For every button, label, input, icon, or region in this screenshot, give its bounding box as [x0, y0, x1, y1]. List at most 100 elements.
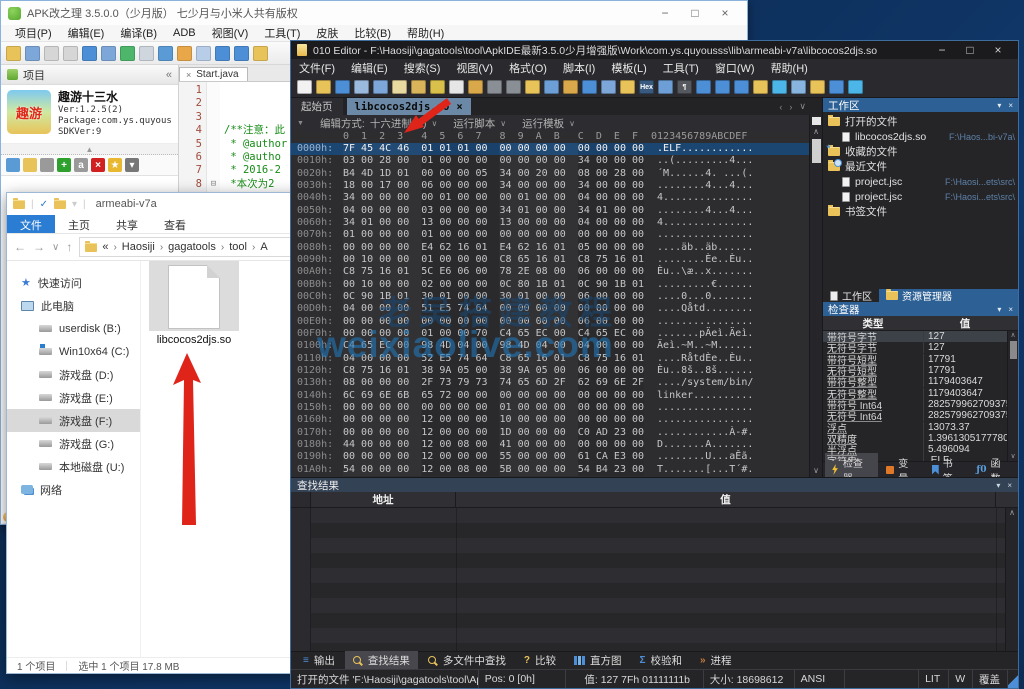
hex-row[interactable]: 0180h: 44 00 00 00 12 00 08 00 41 00 00 … [291, 439, 822, 451]
value-cell[interactable]: 13073.37 [923, 422, 1007, 433]
hex-ascii[interactable]: ........4...4... [657, 180, 753, 192]
hex-ascii[interactable]: .ELF............ [657, 143, 753, 155]
panel-close-icon[interactable]: × [1008, 101, 1013, 110]
close-button[interactable]: × [710, 2, 740, 24]
find-results-header[interactable]: 查找结果 ▾ × [291, 478, 1018, 492]
scroll-up-icon[interactable]: ∧ [813, 127, 819, 136]
hex-ascii[interactable]: ........U...aÊã. [657, 451, 753, 463]
panel-menu-icon[interactable]: ▾ [996, 481, 1000, 490]
hex-ascii[interactable]: T.......[...T´#. [657, 464, 753, 476]
menu-item[interactable]: 帮助(H) [763, 60, 816, 76]
status-encoding[interactable]: ANSI [795, 670, 845, 688]
toolbar-icon[interactable] [563, 80, 578, 94]
hex-bytes[interactable]: 01 00 00 00 01 00 00 00 00 00 00 00 00 0… [343, 229, 644, 241]
toolbar-icon[interactable] [525, 80, 540, 94]
hex-row[interactable]: 0160h: 00 00 00 00 12 00 00 00 10 00 00 … [291, 414, 822, 426]
hex-ascii[interactable]: ................ [657, 402, 753, 414]
hex-bytes[interactable]: 34 00 00 00 00 01 00 00 00 01 00 00 04 0… [343, 192, 644, 204]
hex-bytes[interactable]: 08 00 00 00 2F 73 79 73 74 65 6D 2F 62 6… [343, 377, 644, 389]
toolbar-icon[interactable] [196, 46, 211, 61]
value-cell[interactable]: 127 [923, 342, 1007, 353]
mini-tool-icon[interactable] [23, 158, 37, 172]
value-cell[interactable]: 1179403647 [923, 376, 1007, 387]
hex-row[interactable]: 0070h: 01 00 00 00 01 00 00 00 00 00 00 … [291, 229, 822, 241]
toolbar-icon[interactable] [234, 46, 249, 61]
toolbar-icon[interactable] [810, 80, 825, 94]
quick-access-check-icon[interactable]: ✓ [40, 199, 48, 210]
workspace-panel-header[interactable]: 工作区 ▾ × [823, 98, 1018, 112]
scroll-up-icon[interactable]: ∧ [1009, 508, 1015, 517]
ribbon-tab[interactable]: 查看 [151, 215, 199, 233]
toolbar-icon[interactable] [430, 80, 445, 94]
toolbar-icon[interactable]: Hex [639, 80, 654, 94]
minimize-button[interactable]: − [650, 2, 680, 24]
panel-menu-icon[interactable]: ▾ [997, 101, 1001, 110]
menu-item[interactable]: 文件(F) [291, 60, 343, 76]
breadcrumb-segment[interactable]: ›gagatools [160, 241, 216, 253]
menu-item[interactable]: 编辑(E) [60, 25, 113, 41]
status-endianness[interactable]: LIT [919, 670, 949, 688]
scrollbar-thumb[interactable] [812, 139, 821, 163]
sidebar-item[interactable]: 网络 [7, 478, 140, 501]
hex-ascii[interactable]: D.......A....... [657, 439, 753, 451]
toolbar-icon[interactable] [82, 46, 97, 61]
toolbar-icon[interactable] [25, 46, 40, 61]
toolbar-icon[interactable] [601, 80, 616, 94]
tab-start-java[interactable]: × Start.java [179, 67, 248, 81]
value-cell[interactable]: 282579962709375 [923, 410, 1007, 421]
hex-ascii[interactable]: .......pÄeì.Äeì. [657, 328, 753, 340]
column-value[interactable]: 值 [456, 492, 996, 507]
value-cell[interactable]: 127 [923, 331, 1007, 342]
inspector-scrollbar[interactable]: ∧ ∨ [1007, 331, 1018, 461]
menu-item[interactable]: 视图(V) [204, 25, 257, 41]
toolbar-icon[interactable] [411, 80, 426, 94]
workspace-item[interactable]: 打开的文件 [823, 114, 1018, 129]
toolbar-icon[interactable] [354, 80, 369, 94]
value-cell[interactable]: 17791 [923, 354, 1007, 365]
hex-ascii[interactable]: ................ [657, 414, 753, 426]
panel-splitter[interactable]: ▲ [1, 144, 178, 155]
sidebar-item[interactable]: 游戏盘 (D:) [7, 363, 140, 386]
toolbar-icon[interactable] [620, 80, 635, 94]
value-cell[interactable]: 1.39613051777803e-... [923, 433, 1007, 444]
forward-icon[interactable]: → [33, 240, 45, 254]
hex-ascii[interactable]: ..../system/bin/ [657, 377, 753, 389]
mini-tool-icon[interactable]: + [57, 158, 71, 172]
menu-item[interactable]: 搜索(S) [396, 60, 449, 76]
hex-bytes[interactable]: B4 4D 1D 01 00 00 00 05 34 00 20 00 08 0… [343, 168, 644, 180]
hex-row[interactable]: 0130h: 08 00 00 00 2F 73 79 73 74 65 6D … [291, 377, 822, 389]
inspector-panel-header[interactable]: 检查器 ▾ × [823, 302, 1018, 316]
hex-ascii[interactable]: ....äb..äb...... [657, 242, 753, 254]
scrollbar-button[interactable] [812, 117, 821, 125]
status-write-mode[interactable]: W [949, 670, 973, 688]
column-address[interactable]: 地址 [311, 492, 456, 507]
toolbar-icon[interactable] [829, 80, 844, 94]
toolbar-icon[interactable] [297, 80, 312, 94]
maximize-button[interactable]: □ [956, 42, 984, 58]
hex-row[interactable]: 0030h: 18 00 17 00 06 00 00 00 34 00 00 … [291, 180, 822, 192]
run-template-dropdown[interactable]: 运行模板 ∨ [522, 116, 575, 131]
scroll-tabs-left-icon[interactable]: ‹ [779, 102, 782, 112]
toolbar-icon[interactable] [335, 80, 350, 94]
scroll-tabs-right-icon[interactable]: › [789, 102, 792, 112]
toolbar-icon[interactable] [101, 46, 116, 61]
hex-ascii[interactable]: ................ [657, 229, 753, 241]
hex-row[interactable]: 00A0h: C8 75 16 01 5C E6 06 00 78 2E 08 … [291, 266, 822, 278]
mini-tool-icon[interactable]: ▾ [125, 158, 139, 172]
column-value[interactable]: 值 [923, 316, 1007, 331]
toolbar-icon[interactable]: ¶ [677, 80, 692, 94]
find-results-table[interactable]: ∧ [291, 508, 1018, 651]
tab-list-icon[interactable]: ∨ [799, 101, 806, 112]
010-titlebar[interactable]: 010 Editor - F:\Haosiji\gagatools\tool\A… [291, 41, 1018, 59]
toolbar-icon[interactable] [392, 80, 407, 94]
sidebar-item[interactable]: 快速访问 [7, 271, 140, 294]
minimize-button[interactable]: − [928, 42, 956, 58]
menu-item[interactable]: 帮助(H) [399, 25, 452, 41]
workspace-item[interactable]: 收藏的文件 [823, 144, 1018, 159]
tab-resource-explorer[interactable]: 资源管理器 [879, 289, 959, 302]
toolbar-icon[interactable] [791, 80, 806, 94]
bottom-tab[interactable]: 多文件中查找 [420, 651, 514, 670]
hex-ascii[interactable]: ....Qåtd........ [657, 303, 753, 315]
bottom-tab[interactable]: ≡ 输出 [295, 651, 343, 670]
hex-ascii[interactable]: ........Èe..Èu.. [657, 254, 753, 266]
